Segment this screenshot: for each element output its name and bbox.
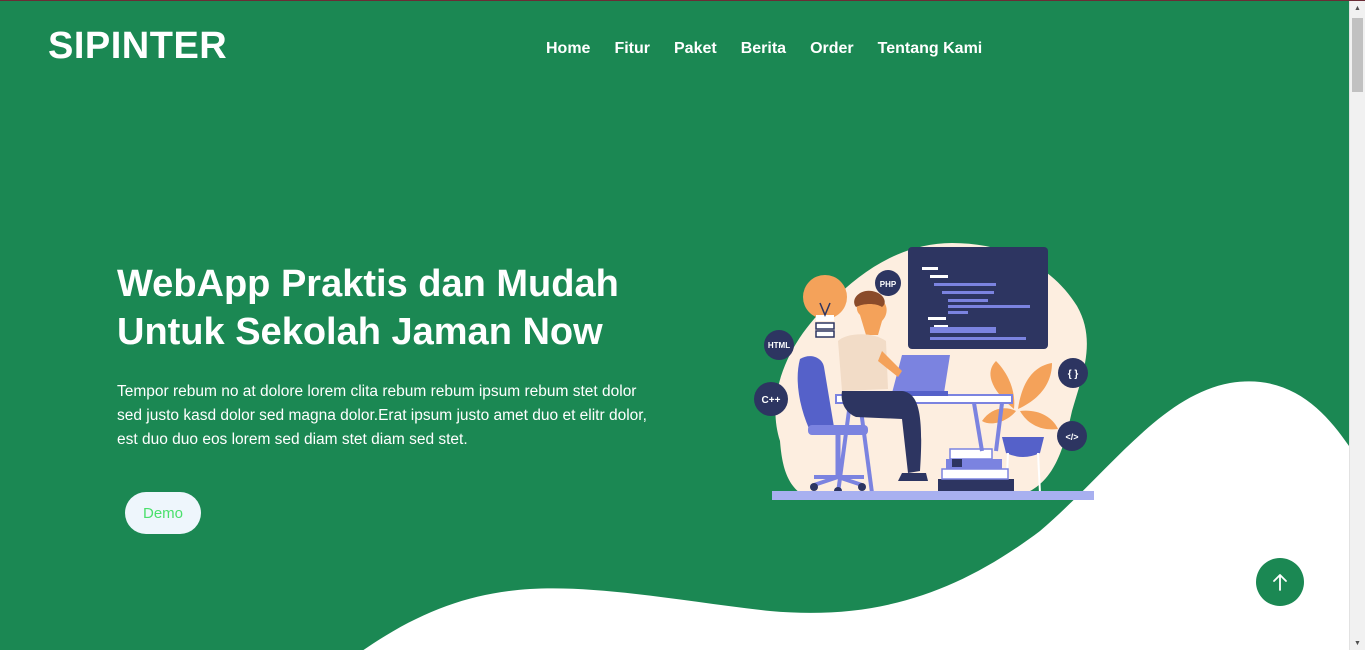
- badge-html: HTML: [768, 341, 790, 350]
- hero-illustration: PHP HTML C++ { } </>: [754, 243, 1094, 500]
- demo-button[interactable]: Demo: [125, 492, 201, 534]
- vertical-scrollbar[interactable]: ▲ ▼: [1349, 1, 1365, 650]
- hero-title-line2: Untuk Sekolah Jaman Now: [117, 311, 603, 353]
- badge-php: PHP: [880, 280, 897, 289]
- nav-paket[interactable]: Paket: [662, 39, 729, 59]
- site-logo[interactable]: SIPINTER: [48, 27, 227, 65]
- hero-description: Tempor rebum no at dolore lorem clita re…: [117, 383, 647, 448]
- badge-code: </>: [1065, 432, 1078, 442]
- nav-berita[interactable]: Berita: [729, 39, 798, 59]
- back-to-top-button[interactable]: [1256, 558, 1304, 606]
- badge-cpp: C++: [762, 395, 781, 406]
- main-nav: Home Fitur Paket Berita Order Tentang Ka…: [534, 39, 994, 59]
- badge-braces: { }: [1068, 369, 1079, 380]
- hero-title: WebApp Praktis dan Mudah Untuk Sekolah J…: [117, 260, 677, 356]
- scroll-up-arrow-icon[interactable]: ▲: [1350, 1, 1365, 16]
- hero-title-line1: WebApp Praktis dan Mudah: [117, 263, 619, 305]
- nav-home[interactable]: Home: [534, 39, 602, 59]
- nav-fitur[interactable]: Fitur: [602, 39, 662, 59]
- nav-tentang-kami[interactable]: Tentang Kami: [866, 39, 995, 59]
- nav-order[interactable]: Order: [798, 39, 866, 59]
- scroll-down-arrow-icon[interactable]: ▼: [1350, 636, 1365, 650]
- scrollbar-thumb[interactable]: [1352, 18, 1363, 92]
- arrow-up-icon: [1273, 574, 1287, 591]
- page: SIPINTER Home Fitur Paket Berita Order T…: [0, 0, 1365, 650]
